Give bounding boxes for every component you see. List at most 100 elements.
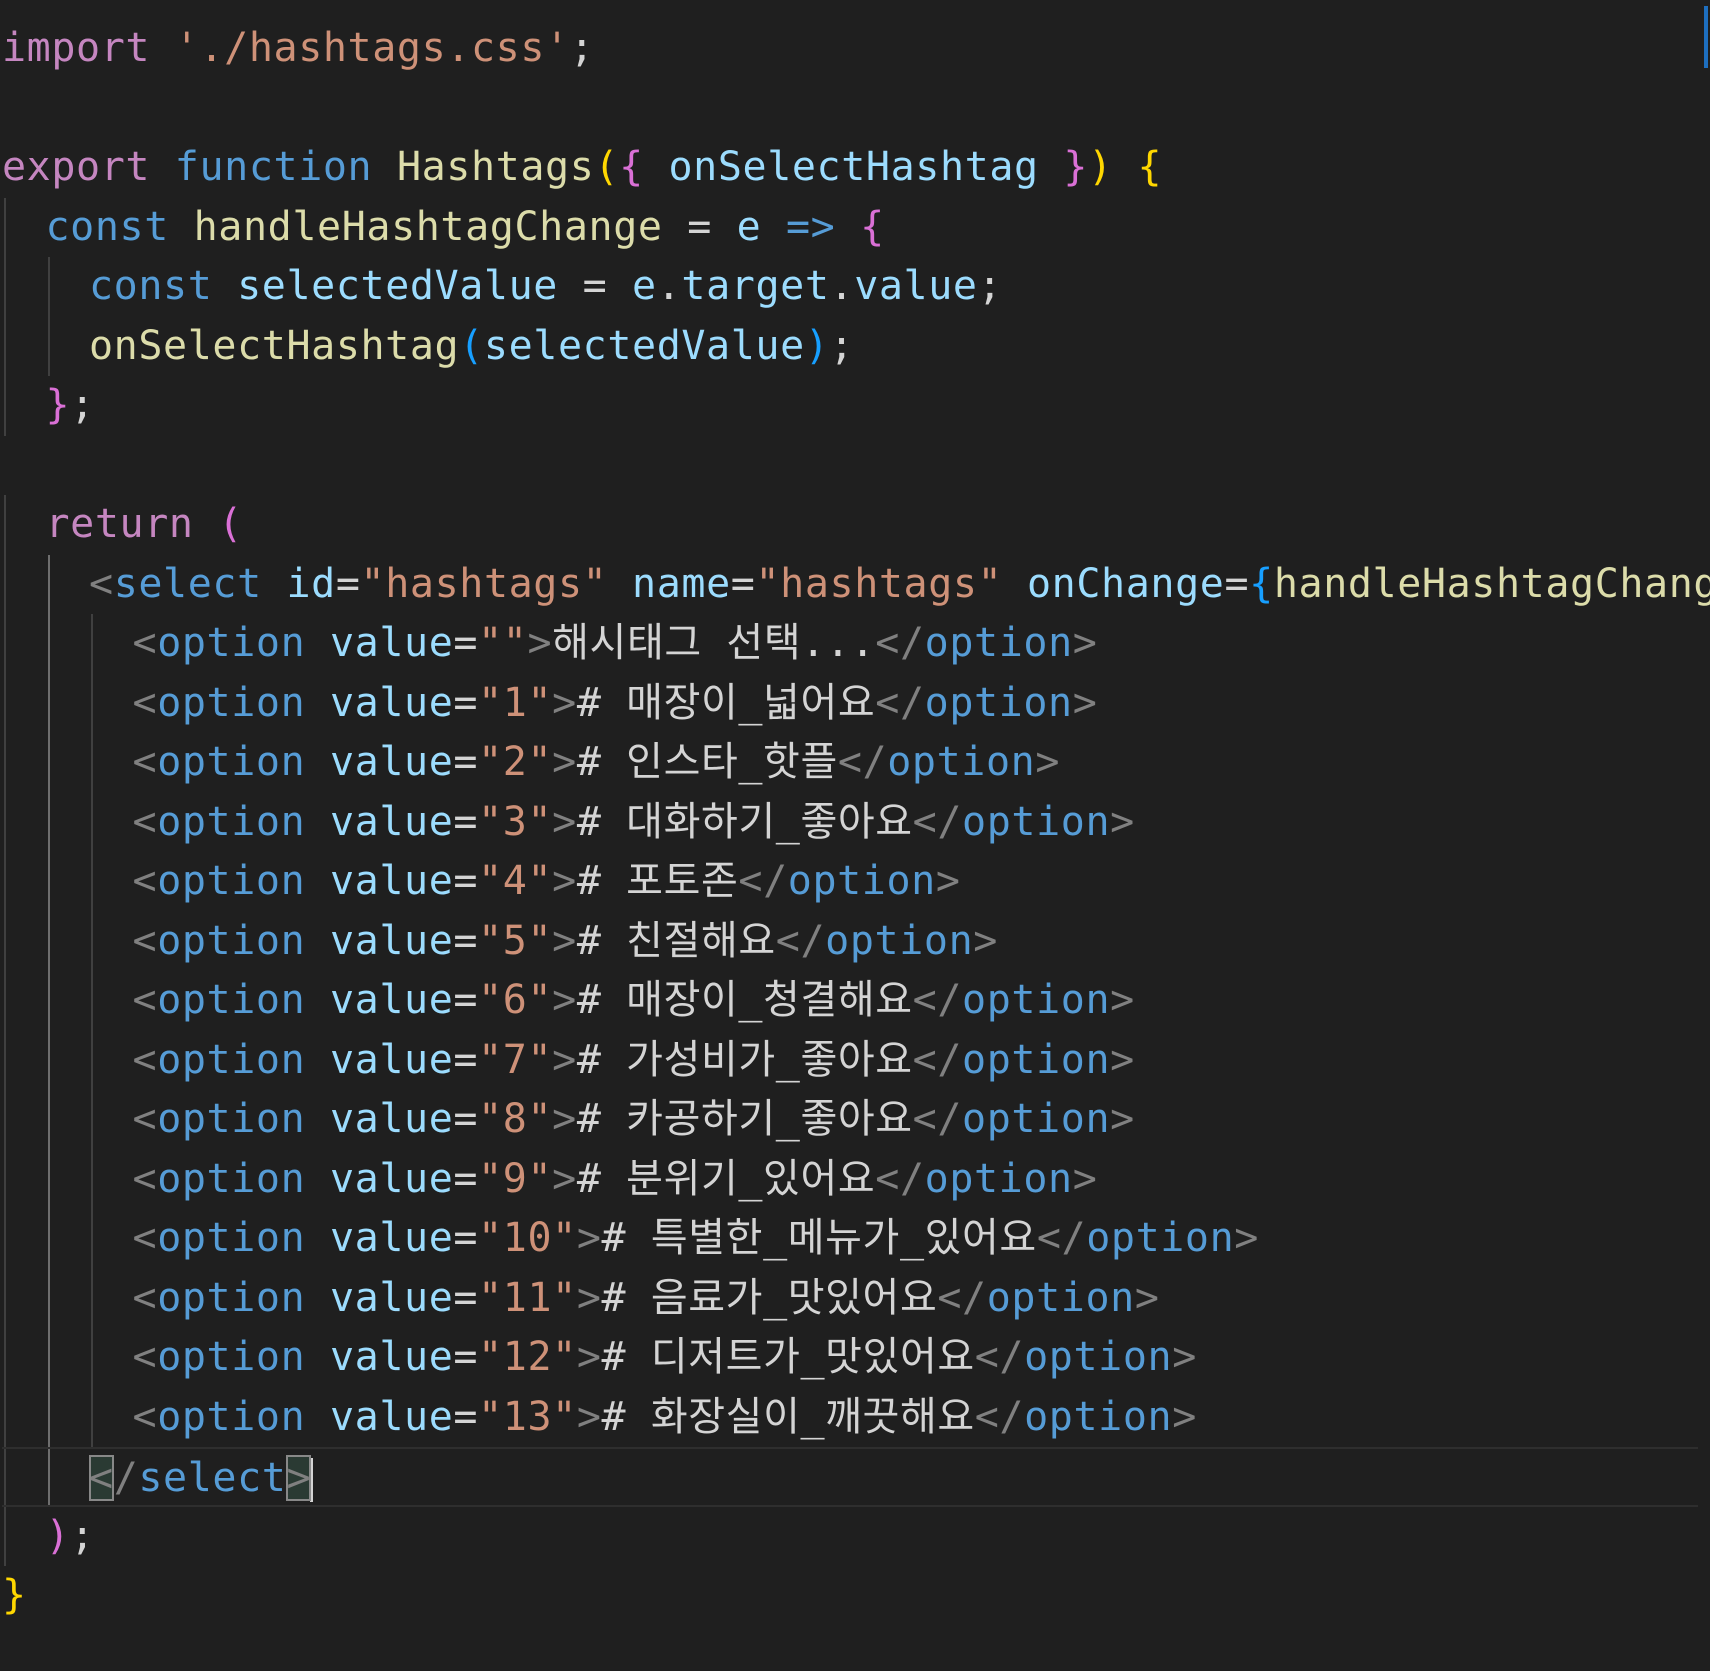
code-line[interactable]: return (: [2, 495, 1698, 555]
scrollbar-marker[interactable]: [1704, 6, 1708, 68]
indent-guide: [47, 971, 50, 1031]
code-line[interactable]: import './hashtags.css';: [2, 19, 1698, 79]
code-editor[interactable]: import './hashtags.css'; export function …: [0, 0, 1710, 1671]
indent-guide: [47, 733, 50, 793]
code-line[interactable]: );: [2, 1506, 1698, 1566]
indent-guide: [47, 554, 50, 614]
code-line[interactable]: <option value="10"># 특별한_메뉴가_있어요</option…: [2, 1209, 1698, 1269]
code-token: >: [576, 1274, 602, 1321]
code-line[interactable]: <option value="11"># 음료가_맛있어요</option>: [2, 1268, 1698, 1328]
code-token: select: [138, 1455, 287, 1501]
indent-guide: [91, 1030, 93, 1090]
indent-guide: [91, 1090, 93, 1150]
code-token: ): [804, 322, 830, 369]
code-token: </: [937, 1274, 987, 1321]
code-line[interactable]: <option value="2"># 인스타_핫플</option>: [2, 733, 1698, 793]
code-line[interactable]: <option value="8"># 카공하기_좋아요</option>: [2, 1090, 1698, 1150]
code-token: # 인스타_핫플: [576, 739, 838, 785]
code-line[interactable]: [2, 436, 1698, 496]
text-cursor: [310, 1458, 314, 1502]
code-line[interactable]: <option value="9"># 분위기_있어요</option>: [2, 1149, 1698, 1209]
code-token: =: [453, 679, 479, 726]
indent-guide: [4, 911, 6, 971]
code-token: <: [132, 1036, 158, 1083]
code-token: option: [157, 858, 306, 904]
code-line[interactable]: const handleHashtagChange = e => {: [2, 197, 1698, 257]
code-token: option: [924, 679, 1073, 726]
code-line[interactable]: <option value="7"># 가성비가_좋아요</option>: [2, 1030, 1698, 1090]
code-token: export: [2, 144, 151, 190]
code-token: option: [924, 1155, 1073, 1202]
code-token: >: [552, 798, 577, 845]
code-token: value: [329, 1096, 454, 1142]
code-token: (: [218, 501, 243, 547]
code-line[interactable]: <option value="3"># 대화하기_좋아요</option>: [2, 792, 1698, 852]
code-token: <: [132, 739, 158, 785]
code-token: =>: [786, 203, 836, 250]
code-line[interactable]: export function Hashtags({ onSelectHasht…: [2, 138, 1698, 198]
code-token: >: [1234, 1215, 1259, 1261]
code-line[interactable]: <option value="">해시태그 선택...</option>: [2, 614, 1698, 674]
code-token: {: [1137, 144, 1163, 190]
code-token: </: [875, 620, 925, 666]
code-line[interactable]: [2, 79, 1698, 139]
code-token: <: [132, 1274, 158, 1321]
code-token: }: [1063, 144, 1089, 190]
code-token: option: [962, 1036, 1111, 1083]
code-line[interactable]: </select>: [2, 1447, 1698, 1507]
code-token: option: [962, 1096, 1111, 1142]
code-area[interactable]: import './hashtags.css'; export function …: [2, 19, 1710, 1626]
code-line[interactable]: onSelectHashtag(selectedValue);: [2, 316, 1698, 376]
code-token: <: [132, 798, 158, 845]
code-token: </: [974, 1393, 1025, 1440]
code-token: "hashtags": [360, 560, 608, 607]
indent-guide: [47, 1387, 50, 1447]
code-token: >: [286, 1455, 312, 1501]
code-token: # 화장실이_깨끗해요: [601, 1393, 975, 1440]
code-token: <: [132, 1393, 158, 1440]
indent-guide: [47, 257, 50, 317]
indent-guide: [4, 614, 6, 674]
indent-guide: [47, 792, 50, 852]
code-line[interactable]: <option value="1"># 매장이_넓어요</option>: [2, 673, 1698, 733]
code-token: option: [962, 977, 1111, 1023]
code-token: =: [730, 560, 756, 607]
code-token: value: [329, 620, 454, 666]
code-line[interactable]: <select id="hashtags" name="hashtags" on…: [2, 554, 1710, 614]
code-token: value: [329, 1274, 454, 1321]
code-line[interactable]: <option value="6"># 매장이_청결해요</option>: [2, 971, 1698, 1031]
code-token: <: [132, 1334, 158, 1380]
code-line[interactable]: <option value="5"># 친절해요</option>: [2, 911, 1698, 971]
code-line[interactable]: };: [2, 376, 1698, 436]
code-line[interactable]: <option value="12"># 디저트가_맛있어요</option>: [2, 1328, 1698, 1388]
indent-guide: [91, 1387, 93, 1447]
code-token: ;: [70, 1512, 95, 1559]
code-token: =: [453, 1036, 479, 1083]
code-token: Hashtags: [396, 144, 595, 190]
code-token: =: [453, 1155, 479, 1202]
code-line[interactable]: <option value="4"># 포토존</option>: [2, 852, 1698, 912]
code-token: >: [552, 977, 577, 1023]
code-token: option: [825, 917, 974, 964]
code-token: value: [329, 739, 454, 785]
indent-guide: [4, 971, 6, 1031]
code-token: >: [576, 1393, 602, 1440]
indent-guide: [4, 1328, 6, 1388]
indent-guide: [4, 1387, 6, 1447]
code-token: const: [45, 203, 169, 250]
code-line[interactable]: <option value="13"># 화장실이_깨끗해요</option>: [2, 1387, 1698, 1447]
indent-guide: [4, 673, 6, 733]
code-line[interactable]: }: [2, 1566, 1698, 1626]
code-token: select: [113, 560, 262, 607]
indent-guide: [47, 1090, 50, 1150]
code-token: onSelectHashtag: [668, 144, 1039, 190]
code-line[interactable]: const selectedValue = e.target.value;: [2, 257, 1698, 317]
indent-guide: [91, 1268, 93, 1328]
